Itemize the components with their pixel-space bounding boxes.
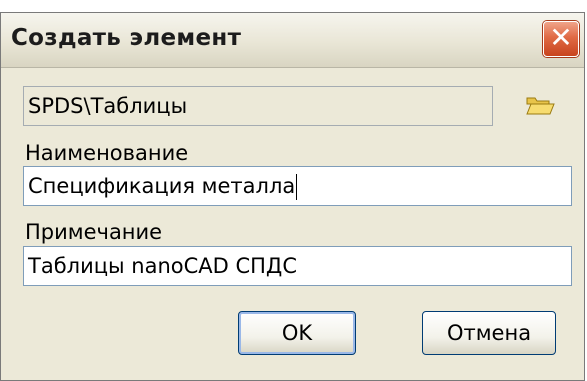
- name-label: Наименование: [25, 141, 189, 165]
- close-button[interactable]: ✕: [543, 21, 579, 57]
- ok-button[interactable]: OK: [238, 311, 356, 355]
- name-value: Спецификация металла: [28, 174, 296, 198]
- cancel-button[interactable]: Отмена: [422, 311, 556, 355]
- note-value: Таблицы nanoCAD СПДС: [28, 254, 298, 278]
- dialog-title: Создать элемент: [11, 25, 242, 51]
- path-value: SPDS\Таблицы: [28, 94, 188, 118]
- close-icon: ✕: [549, 21, 573, 54]
- name-input[interactable]: Спецификация металла: [23, 166, 572, 206]
- create-element-dialog: Создать элемент ✕ SPDS\Таблицы Наименова…: [0, 12, 585, 381]
- path-field: SPDS\Таблицы: [23, 86, 493, 126]
- text-caret: [296, 174, 298, 200]
- note-input[interactable]: Таблицы nanoCAD СПДС: [23, 246, 572, 286]
- folder-open-icon[interactable]: [525, 93, 555, 117]
- note-label: Примечание: [25, 220, 163, 244]
- title-bar[interactable]: Создать элемент ✕: [1, 13, 584, 68]
